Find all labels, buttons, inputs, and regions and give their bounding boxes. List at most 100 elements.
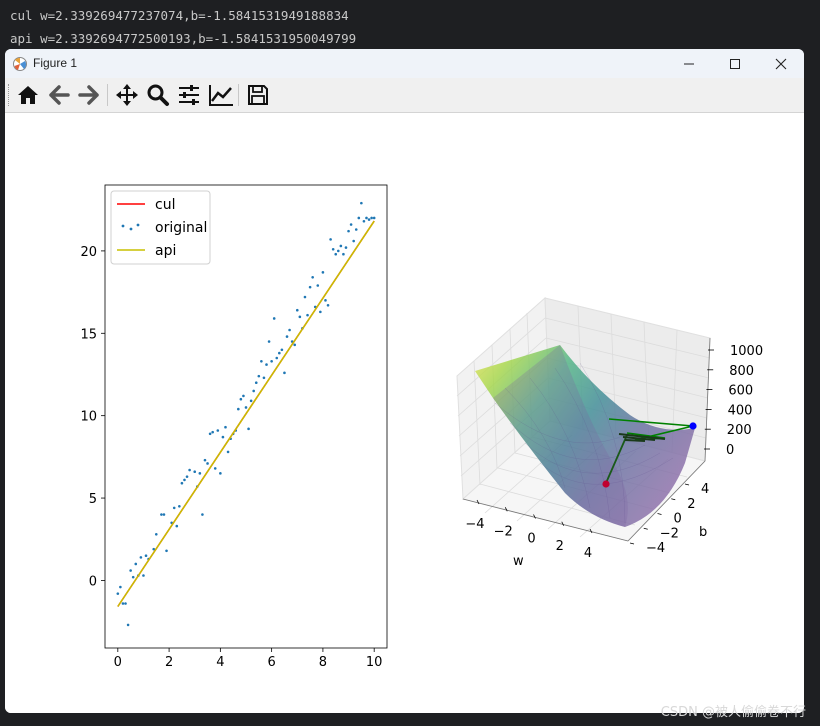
original-data-point	[165, 549, 168, 553]
zoom-button[interactable]	[145, 82, 171, 108]
y-tick-label: 20	[80, 245, 97, 260]
home-icon	[18, 86, 38, 104]
console-line-cul: cul w=2.339269477237074,b=-1.58415319491…	[10, 8, 349, 23]
original-data-point	[354, 228, 358, 231]
original-data-point	[285, 335, 289, 338]
minimize-button[interactable]	[666, 49, 712, 78]
b-tick-label: 0	[674, 512, 682, 527]
save-button[interactable]	[245, 82, 271, 108]
original-data-point	[226, 450, 230, 454]
back-button[interactable]	[46, 82, 72, 108]
x-tick-label: 2	[165, 655, 173, 670]
toolbar-separator	[238, 84, 239, 106]
original-data-point	[247, 427, 250, 431]
original-data-point	[126, 623, 130, 627]
edit-axis-button[interactable]	[208, 82, 234, 108]
b-tick-mark	[684, 483, 690, 486]
original-data-point	[298, 315, 302, 319]
original-data-point	[162, 513, 166, 516]
w-tick-label: −2	[494, 524, 513, 539]
original-data-point	[244, 406, 248, 409]
original-data-point	[278, 351, 281, 355]
original-data-point	[124, 602, 127, 605]
original-data-point	[154, 533, 158, 536]
original-data-point	[352, 239, 355, 243]
original-data-point	[119, 585, 122, 589]
figure-window: Figure 1 0 2 4 6 8 10 0 5 10 15 20 cul o…	[5, 49, 804, 713]
w-tick-label: 2	[556, 539, 564, 554]
b-axis-label: b	[699, 525, 707, 540]
original-data-point	[139, 556, 143, 559]
original-data-point	[306, 313, 309, 317]
scatter-line-chart: 0 2 4 6 8 10 0 5 10 15 20 cul original api	[80, 184, 388, 670]
original-data-point	[336, 249, 340, 253]
b-tick-label: −2	[660, 526, 679, 541]
x-tick-label: 6	[267, 655, 275, 670]
toolbar-separator	[107, 84, 108, 106]
b-tick-mark	[629, 542, 635, 545]
original-data-point	[116, 592, 120, 595]
original-data-point	[172, 506, 176, 510]
original-data-point	[267, 340, 271, 343]
y-tick-label: 15	[80, 327, 97, 342]
b-tick-mark	[671, 498, 676, 501]
navigation-toolbar	[5, 78, 804, 113]
x-axis: 0 2 4 6 8 10	[114, 648, 382, 670]
title-bar[interactable]: Figure 1	[5, 49, 804, 78]
home-button[interactable]	[15, 82, 41, 108]
b-tick-mark	[657, 513, 662, 515]
close-button[interactable]	[758, 49, 804, 78]
original-data-point	[260, 360, 263, 363]
original-data-point	[372, 216, 376, 220]
window-title: Figure 1	[33, 56, 78, 70]
minimize-icon	[684, 63, 694, 64]
original-data-point	[180, 481, 184, 485]
original-data-point	[219, 472, 222, 475]
original-data-point	[344, 246, 348, 249]
original-data-point	[272, 317, 276, 320]
original-data-point	[175, 524, 179, 528]
original-data-point	[347, 229, 350, 233]
original-data-point	[288, 328, 291, 332]
z-axis-ticks: 0 200 400 600 800 1000	[704, 344, 763, 458]
original-data-point	[349, 223, 353, 226]
w-tick-label: 4	[584, 546, 592, 561]
original-data-point	[206, 462, 209, 465]
z-tick-label: 200	[727, 423, 752, 438]
original-data-point	[311, 275, 314, 279]
original-data-point	[295, 308, 299, 312]
z-tick-label: 600	[728, 384, 753, 399]
legend-cul-label: cul	[155, 197, 175, 213]
original-data-point	[237, 407, 240, 411]
original-data-point	[242, 394, 245, 398]
original-data-point	[370, 216, 373, 220]
original-data-point	[339, 244, 343, 248]
original-data-point	[293, 343, 297, 347]
maximize-button[interactable]	[712, 49, 758, 78]
original-data-point	[213, 467, 217, 470]
original-data-point	[121, 602, 125, 605]
pan-button[interactable]	[114, 82, 140, 108]
z-tick-label: 400	[728, 403, 753, 418]
figure-app-icon	[12, 56, 28, 72]
original-data-point	[129, 569, 132, 572]
w-tick-label: −4	[465, 517, 484, 532]
original-data-point	[324, 299, 327, 302]
toolbar-grip	[8, 84, 11, 106]
pan-icon	[116, 84, 138, 106]
original-data-point	[331, 247, 335, 251]
x-tick-label: 8	[319, 655, 327, 670]
y-tick-label: 10	[80, 410, 97, 425]
original-data-point	[342, 252, 345, 256]
edit-axis-icon	[209, 85, 233, 106]
configure-subplots-button[interactable]	[176, 82, 202, 108]
back-icon	[49, 85, 70, 105]
y-tick-label: 5	[89, 492, 97, 507]
y-tick-label: 0	[89, 574, 97, 589]
original-data-point	[257, 374, 261, 378]
forward-button[interactable]	[76, 82, 102, 108]
loss-surface-3d-chart: 02004006008001000 −4 −2 0 2 4 −4−2024 w b	[456, 296, 763, 569]
original-data-point	[198, 472, 202, 475]
w-tick-label: 0	[527, 532, 535, 547]
figure-canvas[interactable]: 0 2 4 6 8 10 0 5 10 15 20 cul original api	[5, 113, 804, 713]
